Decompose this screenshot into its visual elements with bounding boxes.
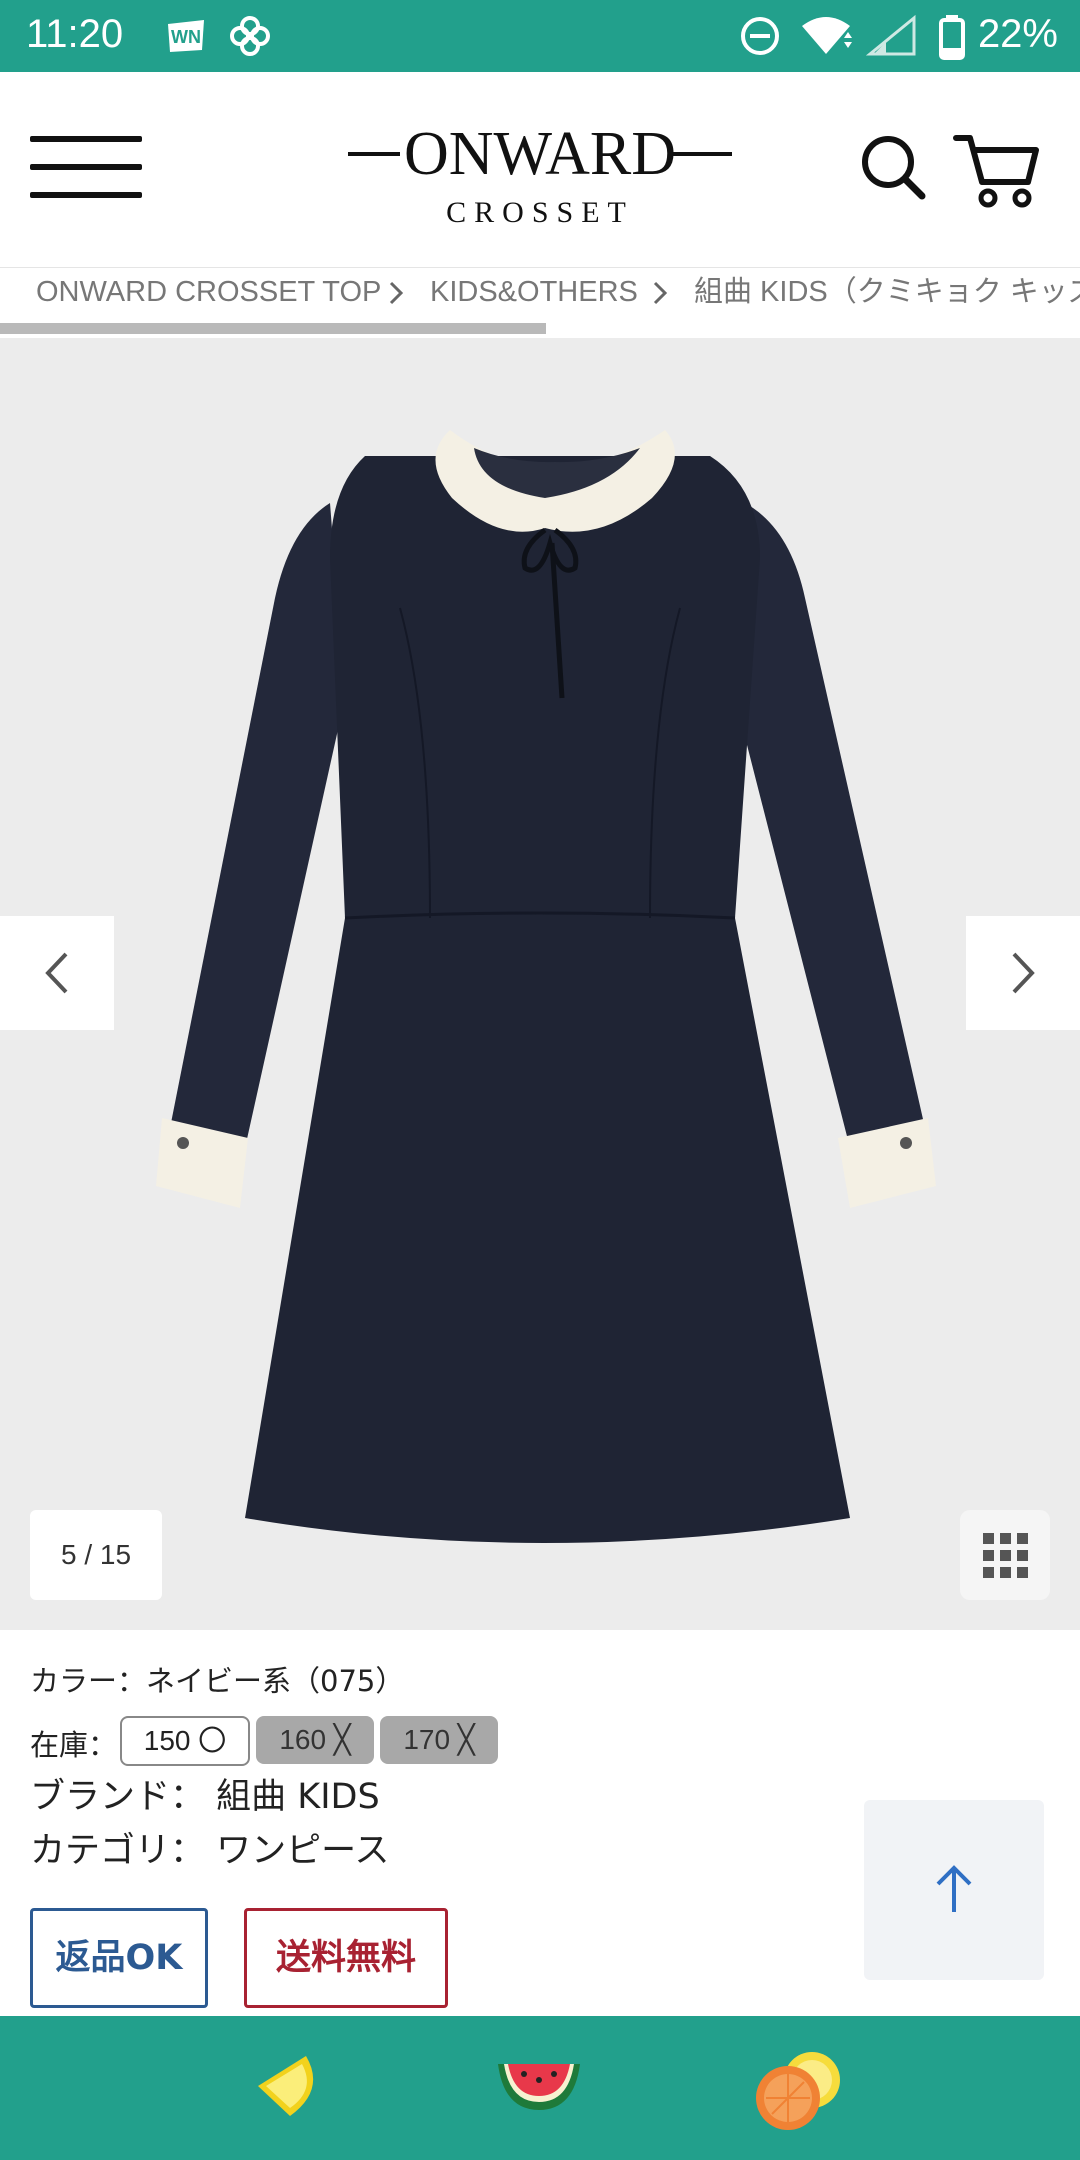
logo-main-text: ONWARD: [404, 120, 676, 188]
breadcrumb-item-brand[interactable]: 組曲 KIDS（クミキョク キッズ）: [694, 268, 1080, 316]
chevron-right-icon: [1012, 952, 1035, 994]
signal-icon: [866, 14, 916, 56]
weather-news-icon: WN: [168, 20, 204, 52]
wifi-icon: [802, 17, 852, 54]
watermelon-icon[interactable]: [494, 2050, 584, 2114]
svg-text:WN: WN: [171, 27, 201, 47]
grid-view-button[interactable]: [960, 1510, 1050, 1600]
breadcrumb-item-kids[interactable]: KIDS&OTHERS: [430, 268, 638, 316]
arrow-up-icon: [936, 1865, 972, 1912]
lemon-slice-icon[interactable]: [250, 2050, 322, 2122]
chevron-right-icon: [653, 281, 668, 305]
grid-icon: [983, 1533, 1028, 1578]
logo[interactable]: ONWARD CROSSET: [340, 112, 740, 232]
product-image-gallery[interactable]: 5 / 15: [0, 338, 1080, 1630]
battery-percent: 22%: [977, 12, 1058, 56]
product-color: カラー：ネイビー系（075）: [30, 1664, 405, 1698]
logo-sub-text: CROSSET: [446, 196, 634, 229]
status-bar: 11:20 WN 22%: [0, 0, 1080, 72]
cart-icon[interactable]: [952, 130, 1042, 210]
gallery-prev-button[interactable]: [0, 916, 114, 1030]
return-ok-badge: 返品OK: [30, 1908, 208, 2008]
grapefruit-icon[interactable]: [752, 2050, 844, 2134]
size-option-170[interactable]: 170 ╳: [380, 1716, 498, 1764]
breadcrumb-item-top[interactable]: ONWARD CROSSET TOP: [36, 268, 381, 316]
gallery-next-button[interactable]: [966, 916, 1080, 1030]
stock-label: 在庫：: [30, 1728, 118, 1762]
search-icon[interactable]: [858, 132, 928, 202]
chevron-left-icon: [45, 952, 68, 994]
menu-icon[interactable]: [30, 136, 142, 198]
size-option-150[interactable]: 150 〇: [120, 1716, 250, 1766]
stock-row: 在庫： 150 〇 160 ╳ 170 ╳: [30, 1716, 730, 1768]
product-image-dress: [156, 430, 936, 1543]
breadcrumb-scrollbar[interactable]: [0, 323, 546, 334]
free-shipping-badge: 送料無料: [244, 1908, 448, 2008]
size-option-160[interactable]: 160 ╳: [256, 1716, 374, 1764]
do-not-disturb-icon: [741, 17, 779, 55]
chevron-right-icon: [389, 281, 404, 305]
status-time: 11:20: [26, 12, 124, 56]
site-header: ONWARD CROSSET: [0, 72, 1080, 267]
product-category: カテゴリ： ワンピース: [30, 1831, 390, 1871]
product-brand: ブランド： 組曲 KIDS: [30, 1777, 380, 1817]
scroll-to-top-button[interactable]: [864, 1800, 1044, 1980]
pinwheel-icon: [230, 16, 270, 56]
bottom-nav-bar: [0, 2016, 1080, 2160]
gallery-counter: 5 / 15: [30, 1510, 162, 1600]
breadcrumb: ONWARD CROSSET TOP KIDS&OTHERS 組曲 KIDS（ク…: [0, 267, 1080, 318]
battery-icon: [939, 15, 965, 60]
